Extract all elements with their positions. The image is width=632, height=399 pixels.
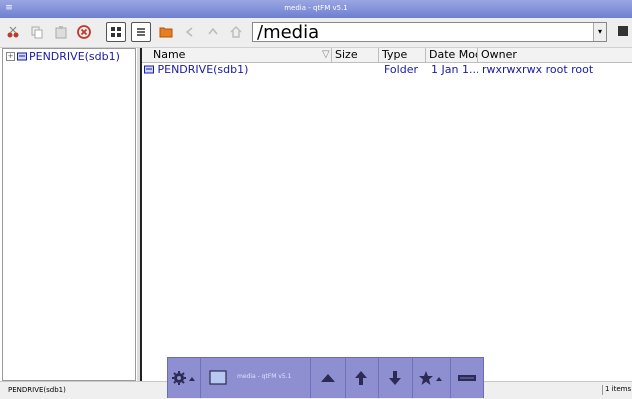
arrow-down-icon [389,371,401,385]
list-header: Name ▽ Size Type Date Mod Owner [142,48,632,63]
path-input[interactable] [253,23,577,41]
paste-icon[interactable] [51,22,71,42]
keyboard-icon [457,375,476,381]
path-dropdown-icon[interactable]: ▾ [593,23,606,41]
move-down-button[interactable] [378,358,413,398]
expand-icon[interactable]: + [6,52,15,61]
cell-name: PENDRIVE(sdb1) [144,63,332,77]
taskbar-window-label: media - qtFM v5.1 [237,373,292,380]
drive-icon [144,65,154,74]
tree-item-pendrive[interactable]: + PENDRIVE(sdb1) [6,50,120,63]
window-icon [209,370,227,385]
folder-icon[interactable] [156,22,176,42]
file-list[interactable]: Name ▽ Size Type Date Mod Owner PENDRIVE… [140,48,632,381]
icon-view-icon[interactable] [106,22,126,42]
tree-item-label: PENDRIVE(sdb1) [29,50,120,63]
column-header-date[interactable]: Date Mod [426,48,478,62]
cell-type: Folder [384,63,418,76]
column-header-type[interactable]: Type [379,48,426,62]
settings-menu-button[interactable] [168,358,201,398]
folder-tree[interactable]: + PENDRIVE(sdb1) [2,48,136,381]
status-count: 1 items [602,385,631,395]
cell-date: 1 Jan 1... [431,63,478,76]
column-header-size[interactable]: Size [332,48,379,62]
copy-icon[interactable] [27,22,47,42]
favorites-button[interactable] [412,358,451,398]
detail-view-icon[interactable] [131,22,151,42]
move-up-button[interactable] [344,358,379,398]
title-bar[interactable]: ≡ media - qtFM v5.1 [0,0,632,19]
path-bar[interactable]: ▾ [252,22,607,42]
column-header-owner[interactable]: Owner [478,48,632,62]
sort-indicator-icon: ▽ [322,49,330,60]
triangle-up-icon [321,374,335,382]
up-icon[interactable] [203,22,223,42]
terminal-icon[interactable] [618,26,628,36]
cell-owner: rwxrwxrwx root root [482,63,594,76]
table-row[interactable]: PENDRIVE(sdb1) Folder 1 Jan 1... rwxrwxr… [142,63,632,77]
column-header-name[interactable]: Name [142,48,332,62]
taskbar-window-button[interactable]: media - qtFM v5.1 [201,363,311,393]
back-icon[interactable] [180,22,200,42]
cut-icon[interactable] [3,22,23,42]
scroll-up-button[interactable] [310,358,346,398]
star-icon [419,371,442,385]
keyboard-button[interactable] [450,358,483,398]
drive-icon [17,52,27,61]
arrow-up-icon [355,371,367,385]
status-selected: PENDRIVE(sdb1) [8,386,66,394]
dock-panel: media - qtFM v5.1 [167,357,484,398]
toolbar: ▾ [0,18,632,48]
delete-icon[interactable] [74,22,94,42]
window-title: media - qtFM v5.1 [284,4,348,12]
gear-icon [172,371,195,385]
home-icon[interactable] [226,22,246,42]
